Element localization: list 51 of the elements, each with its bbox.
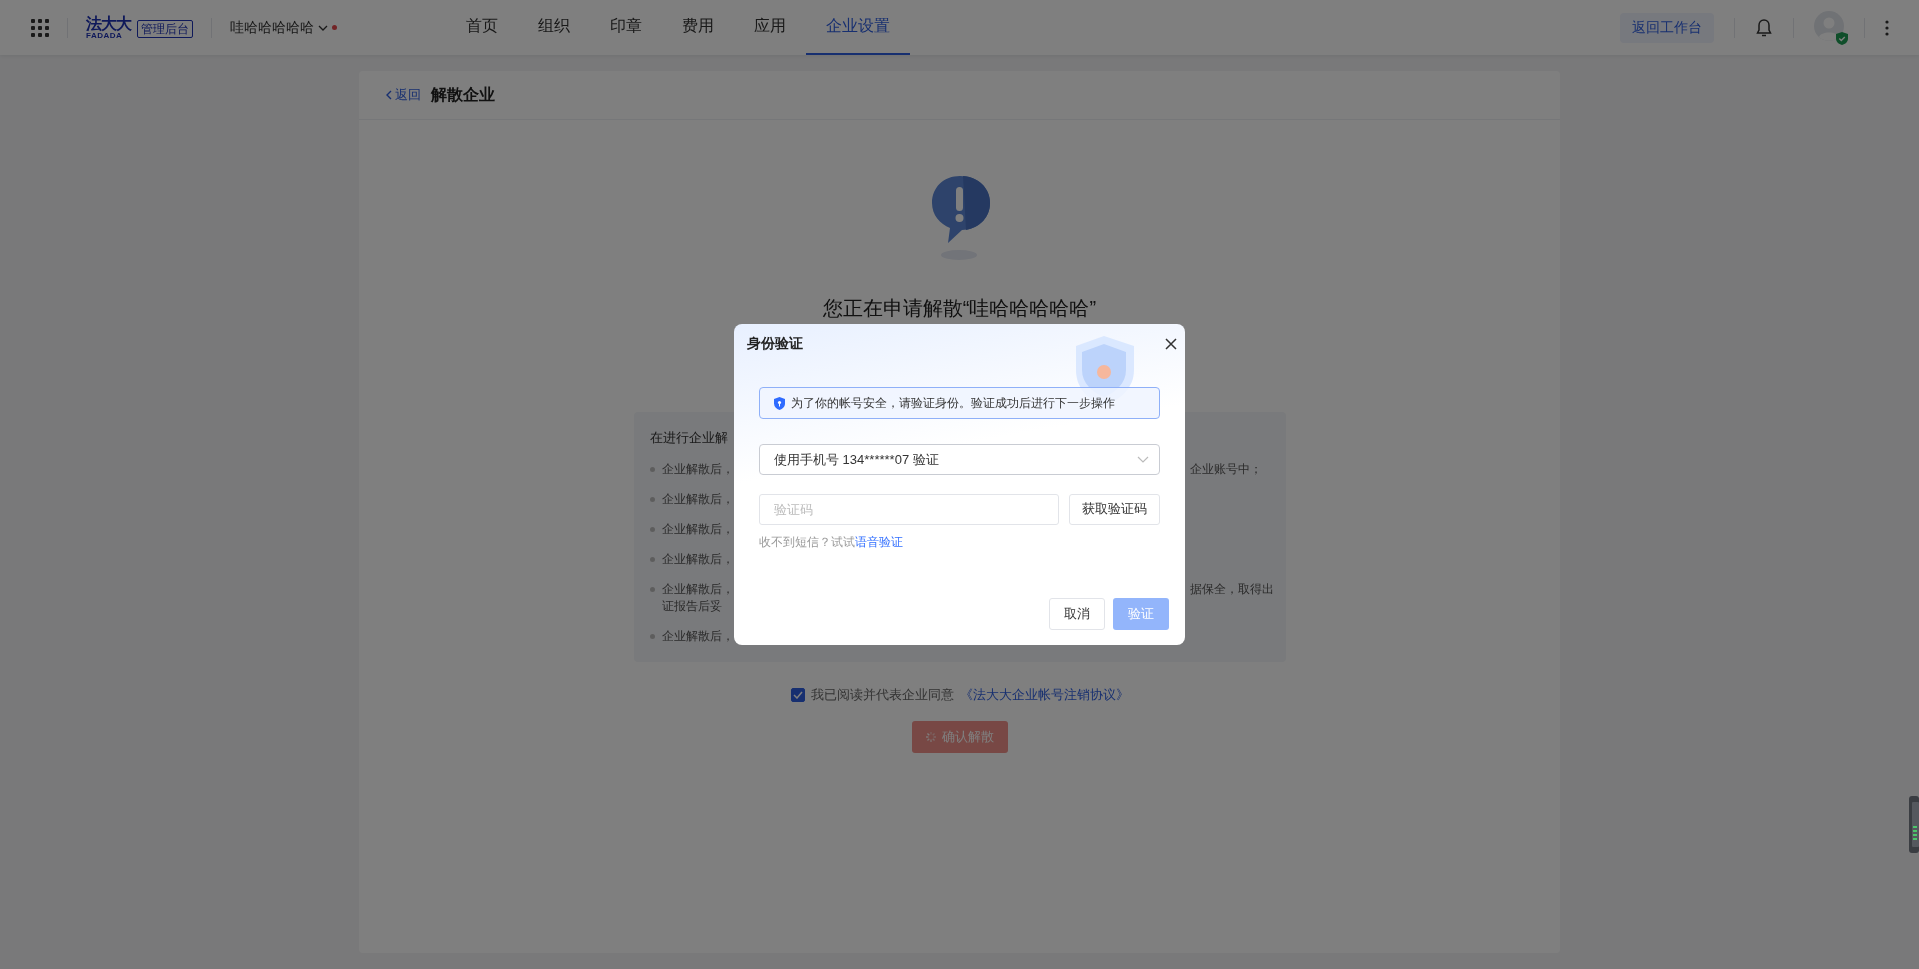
alert-text: 为了你的帐号安全，请验证身份。验证成功后进行下一步操作 bbox=[791, 394, 1115, 412]
bullet-dot bbox=[649, 497, 655, 502]
nav-tab[interactable]: 费用 bbox=[662, 0, 734, 55]
brand-logo-subtext: FADADA bbox=[86, 31, 123, 40]
side-panel-handle[interactable] bbox=[1909, 796, 1919, 853]
notice-text: 企业解散后， bbox=[661, 551, 734, 568]
notice-text: 企业解散后， bbox=[661, 461, 734, 478]
notice-text: 企业解散后， bbox=[661, 521, 734, 538]
page-title: 解散企业 bbox=[431, 84, 495, 105]
bullet-dot bbox=[649, 634, 655, 639]
chevron-down-icon bbox=[1137, 455, 1149, 464]
verify-method-select[interactable]: 使用手机号 134******07 验证 bbox=[759, 444, 1160, 475]
dialog-title: 身份验证 bbox=[747, 335, 803, 353]
shield-icon bbox=[774, 396, 785, 410]
org-switcher[interactable]: 哇哈哈哈哈哈 bbox=[230, 18, 337, 37]
nav-tab[interactable]: 应用 bbox=[734, 0, 806, 55]
notice-text: 据保全，取得出 bbox=[1189, 581, 1275, 598]
cancel-button[interactable]: 取消 bbox=[1049, 598, 1105, 630]
apps-menu-icon[interactable] bbox=[31, 18, 49, 37]
workbench-button[interactable]: 返回工作台 bbox=[1620, 12, 1714, 43]
bullet-dot bbox=[649, 527, 655, 532]
chevron-left-icon bbox=[385, 90, 393, 100]
avatar-icon[interactable] bbox=[1814, 10, 1844, 41]
bullet-dot bbox=[649, 587, 655, 592]
get-code-button[interactable]: 获取验证码 bbox=[1069, 494, 1160, 525]
notice-title: 在进行企业解 bbox=[649, 429, 729, 447]
agreement-text: 我已阅读并代表企业同意 bbox=[810, 687, 954, 704]
nav-tab[interactable]: 印章 bbox=[590, 0, 662, 55]
bullet-dot bbox=[649, 557, 655, 562]
close-button[interactable] bbox=[1164, 337, 1178, 351]
bell-icon[interactable] bbox=[1755, 17, 1773, 38]
verified-shield-icon bbox=[1836, 31, 1848, 45]
more-menu-icon[interactable] bbox=[1885, 19, 1889, 36]
code-input-field[interactable]: 验证码 bbox=[759, 494, 1059, 525]
notice-text: 企业解散后， bbox=[661, 491, 734, 508]
agreement-checkbox[interactable] bbox=[790, 688, 805, 702]
nav-tab[interactable]: 首页 bbox=[446, 0, 518, 55]
back-link[interactable]: 返回 bbox=[385, 86, 421, 104]
brand-logo-text: 法大大 bbox=[86, 15, 131, 32]
notice-text: 企业解散后， bbox=[661, 581, 734, 598]
nav-tab[interactable]: 组织 bbox=[518, 0, 590, 55]
notice-text: 证报告后妥 bbox=[661, 598, 722, 615]
notice-text: 企业解散后， bbox=[661, 628, 734, 645]
voice-verify-link[interactable]: 语音验证 bbox=[855, 535, 903, 549]
sms-hint: 收不到短信？试试语音验证 bbox=[759, 534, 904, 551]
page-heading: 您正在申请解散“哇哈哈哈哈哈” bbox=[822, 296, 1097, 321]
bullet-dot bbox=[649, 467, 655, 472]
nav-tab[interactable]: 企业设置 bbox=[806, 0, 910, 55]
agreement-link[interactable]: 《法大大企业帐号注销协议》 bbox=[959, 686, 1129, 704]
admin-badge: 管理后台 bbox=[137, 20, 193, 38]
notice-text: 企业账号中； bbox=[1189, 461, 1263, 478]
